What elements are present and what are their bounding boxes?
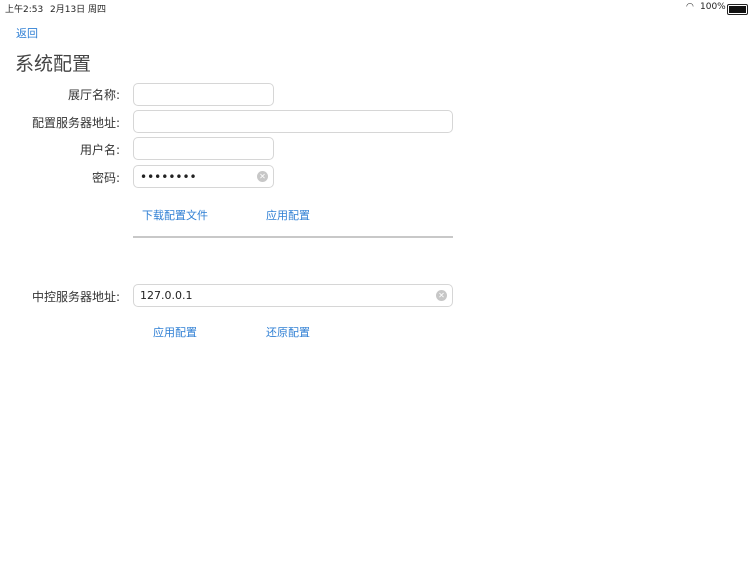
- status-date: 2月13日 周四: [50, 5, 107, 15]
- central-server-input[interactable]: 127.0.0.1 ✕: [133, 284, 453, 307]
- password-label: 密码:: [91, 171, 120, 185]
- central-apply-button[interactable]: 应用配置: [153, 324, 197, 340]
- clear-icon[interactable]: ✕: [257, 171, 268, 182]
- password-input[interactable]: •••••••• ✕: [133, 165, 274, 188]
- username-label: 用户名:: [79, 143, 120, 157]
- status-time: 上午2:53: [5, 5, 44, 15]
- central-restore-button[interactable]: 还原配置: [266, 324, 310, 340]
- config-server-label: 配置服务器地址:: [31, 116, 120, 130]
- back-button[interactable]: 返回: [16, 25, 38, 41]
- hall-name-input[interactable]: [133, 83, 274, 106]
- clear-icon[interactable]: ✕: [436, 290, 447, 301]
- central-server-label: 中控服务器地址:: [31, 290, 120, 304]
- apply-config-button[interactable]: 应用配置: [266, 207, 310, 223]
- battery-percent: 100%: [700, 2, 726, 12]
- username-input[interactable]: [133, 137, 274, 160]
- wifi-icon: ◠: [686, 2, 694, 12]
- battery-icon: [727, 4, 748, 15]
- central-server-value: 127.0.0.1: [140, 289, 193, 302]
- page-title: 系统配置: [15, 53, 92, 75]
- password-value: ••••••••: [140, 169, 197, 184]
- divider: [133, 236, 453, 238]
- config-server-input[interactable]: [133, 110, 453, 133]
- download-config-button[interactable]: 下载配置文件: [142, 207, 208, 223]
- hall-name-label: 展厅名称:: [67, 88, 120, 102]
